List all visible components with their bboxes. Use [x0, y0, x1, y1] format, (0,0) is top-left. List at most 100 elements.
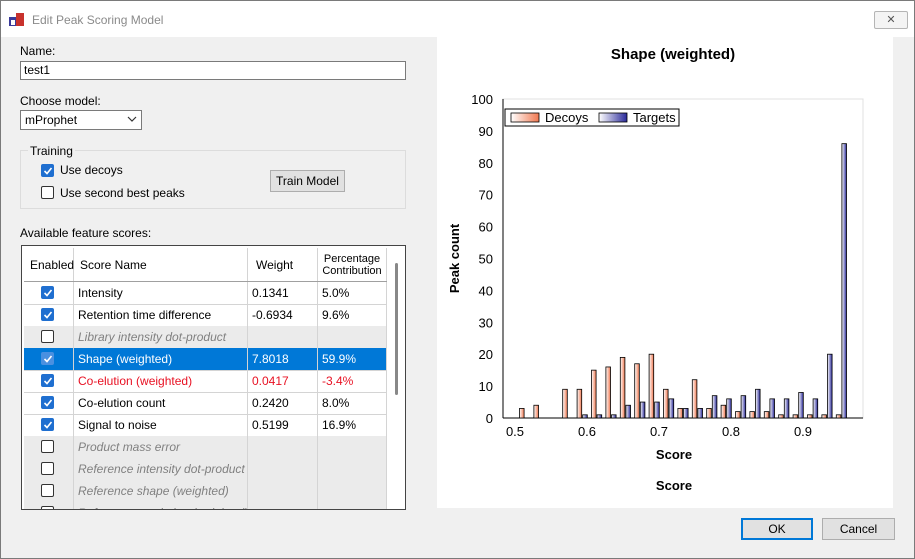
second-best-checkbox[interactable] [41, 186, 54, 199]
decoys-bar [807, 414, 813, 419]
table-row[interactable]: Intensity 0.1341 5.0% [24, 282, 387, 305]
enabled-cell [24, 348, 74, 370]
enabled-checkbox[interactable] [41, 374, 54, 387]
table-row[interactable]: Reference shape (weighted) [24, 480, 387, 503]
targets-bar [740, 395, 747, 419]
x-axis-label: Score [656, 447, 692, 462]
enabled-checkbox[interactable] [41, 418, 54, 431]
contribution-cell: 16.9% [318, 414, 387, 436]
enabled-checkbox[interactable] [41, 286, 54, 299]
decoys-bar [677, 408, 683, 419]
table-row[interactable]: Retention time difference -0.6934 9.6% [24, 304, 387, 327]
table-row[interactable]: Product mass error [24, 436, 387, 459]
score-name-cell: Reference intensity dot-product [74, 458, 248, 480]
header-weight[interactable]: Weight [248, 248, 318, 281]
enabled-checkbox[interactable] [41, 330, 54, 343]
header-contribution[interactable]: Percentage Contribution [318, 248, 387, 281]
model-select-value: mProphet [25, 113, 78, 127]
enabled-cell [24, 326, 74, 348]
x-axis-label-secondary: Score [656, 478, 692, 493]
y-tick-label: 90 [479, 124, 493, 139]
decoys-bar [663, 388, 669, 419]
y-tick-label: 40 [479, 283, 493, 298]
chart-panel: Shape (weighted) 0 10 20 30 40 50 60 70 80 90 100 0.… [437, 36, 893, 508]
y-tick-label: 80 [479, 156, 493, 171]
table-row[interactable]: Reference intensity dot-product [24, 458, 387, 481]
chart-title: Shape (weighted) [611, 46, 735, 63]
grid-scrollbar-thumb[interactable] [395, 263, 398, 395]
table-row[interactable]: Co-elution count 0.2420 8.0% [24, 392, 387, 415]
table-row[interactable]: Library intensity dot-product [24, 326, 387, 349]
enabled-checkbox[interactable] [41, 484, 54, 497]
header-contribution-text: Percentage Contribution [322, 253, 381, 277]
weight-cell [248, 458, 318, 480]
enabled-cell [24, 414, 74, 436]
feature-scores-grid[interactable]: Enabled Score Name Weight Percentage Con… [21, 245, 406, 510]
checkmark-icon [43, 399, 53, 407]
model-select[interactable]: mProphet [20, 110, 142, 130]
table-row[interactable]: Signal to noise 0.5199 16.9% [24, 414, 387, 437]
enabled-cell [24, 480, 74, 502]
table-row[interactable]: Reference co-elution (weighted) [24, 502, 387, 509]
contribution-cell: 59.9% [318, 348, 387, 370]
targets-bar [668, 398, 675, 419]
decoys-bar [778, 414, 784, 419]
decoys-bar [591, 369, 597, 419]
use-decoys-checkbox[interactable] [41, 164, 54, 177]
decoys-bar [533, 404, 539, 419]
targets-bar [783, 398, 790, 419]
name-label: Name: [20, 44, 56, 58]
header-score-name[interactable]: Score Name [74, 248, 248, 281]
weight-cell [248, 480, 318, 502]
decoys-bar [792, 414, 799, 419]
decoys-bar [821, 414, 827, 419]
contribution-cell: 9.6% [318, 304, 387, 326]
header-score-name-text: Score Name [80, 257, 147, 272]
legend-label-targets: Targets [633, 110, 676, 125]
header-enabled-text: Enabled [30, 257, 75, 272]
name-input[interactable]: test1 [20, 61, 406, 80]
score-name-cell: Reference shape (weighted) [74, 480, 248, 502]
enabled-checkbox[interactable] [41, 352, 54, 365]
decoys-bar [720, 404, 727, 419]
enabled-checkbox[interactable] [41, 506, 54, 509]
targets-bar [711, 395, 718, 419]
training-group [20, 150, 406, 209]
enabled-cell [24, 370, 74, 392]
header-weight-text: Weight [256, 257, 294, 272]
score-name-cell: Shape (weighted) [74, 348, 248, 370]
targets-bar [827, 353, 833, 419]
score-name-cell: Product mass error [74, 436, 248, 458]
enabled-checkbox[interactable] [41, 308, 54, 321]
table-row[interactable]: Co-elution (weighted) 0.0417 -3.4% [24, 370, 387, 393]
header-contribution-line2: Contribution [322, 264, 382, 277]
legend-label-decoys: Decoys [545, 110, 589, 125]
train-model-button[interactable]: Train Model [270, 170, 345, 192]
contribution-cell: 8.0% [318, 392, 387, 414]
enabled-checkbox[interactable] [41, 462, 54, 475]
checkmark-icon [43, 421, 53, 429]
close-button[interactable]: ✕ [874, 11, 908, 29]
targets-bar [841, 143, 847, 419]
enabled-checkbox[interactable] [41, 396, 54, 409]
contribution-cell [318, 326, 387, 348]
contribution-cell [318, 436, 387, 458]
checkmark-icon [43, 289, 53, 297]
targets-bar [625, 404, 631, 419]
chevron-down-icon [127, 116, 137, 122]
ok-button[interactable]: OK [741, 518, 813, 540]
cancel-button[interactable]: Cancel [822, 518, 895, 540]
enabled-checkbox[interactable] [41, 440, 54, 453]
decoys-bar [605, 366, 611, 419]
y-tick-label: 0 [486, 411, 493, 426]
header-enabled[interactable]: Enabled [24, 248, 74, 281]
contribution-cell: -3.4% [318, 370, 387, 392]
histogram-chart: Shape (weighted) 0 10 20 30 40 50 60 70 80 90 100 0.… [447, 46, 864, 493]
legend-swatch-targets [598, 112, 628, 123]
score-name-cell: Co-elution (weighted) [74, 370, 248, 392]
weight-cell: 0.1341 [248, 282, 318, 304]
y-tick-label: 100 [471, 92, 493, 107]
targets-bar [683, 408, 689, 419]
decoys-bar [519, 408, 525, 419]
table-row[interactable]: Shape (weighted) 7.8018 59.9% [24, 348, 387, 371]
